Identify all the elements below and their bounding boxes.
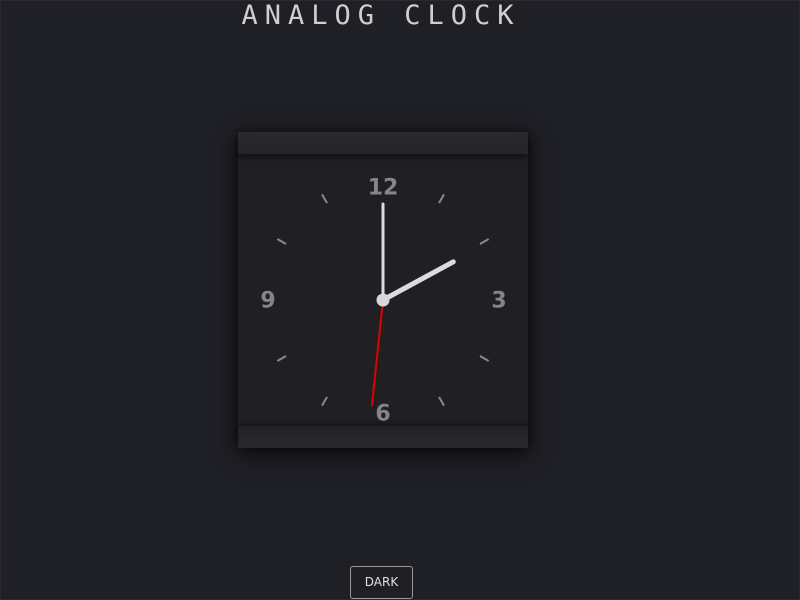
clock-face: 12 3 6 9: [260, 176, 506, 427]
theme-mode-button[interactable]: DARK: [350, 566, 413, 599]
tick-mark: [321, 396, 328, 407]
tick-mark: [479, 355, 490, 362]
hour-hand: [380, 259, 456, 303]
tick-mark: [438, 193, 445, 204]
tick-mark: [276, 238, 287, 245]
second-hand: [370, 299, 384, 407]
numeral-3: 3: [491, 289, 506, 314]
center-pin: [376, 293, 390, 307]
numeral-9: 9: [260, 289, 275, 314]
tick-mark: [438, 396, 445, 407]
tick-mark: [321, 193, 328, 204]
tick-mark: [276, 355, 287, 362]
clock: 12 3 6 9: [238, 132, 528, 448]
numeral-12: 12: [368, 176, 399, 201]
tick-mark: [479, 238, 490, 245]
numeral-6: 6: [375, 402, 390, 427]
page-title: ANALOG CLOCK: [241, 0, 521, 31]
